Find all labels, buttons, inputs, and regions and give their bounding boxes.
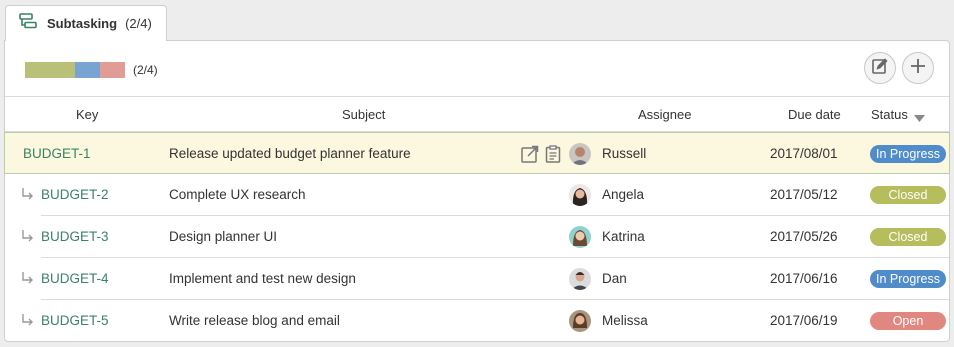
add-subtask-button[interactable] [902, 52, 934, 84]
issue-subject[interactable]: Complete UX research [169, 187, 306, 202]
issue-key-link[interactable]: BUDGET-1 [23, 146, 91, 161]
tab-title: Subtasking [47, 16, 118, 31]
subtask-arrow-icon [21, 271, 35, 288]
column-assignee[interactable]: Assignee [638, 107, 691, 122]
due-date: 2017/08/01 [770, 146, 838, 161]
clipboard-icon[interactable] [545, 145, 561, 166]
tab-subtasking[interactable]: Subtasking (2/4) [5, 5, 167, 41]
assignee-name: Katrina [602, 229, 645, 244]
table-row-parent[interactable]: BUDGET-1 Release updated budget planner … [4, 132, 950, 174]
plus-icon [909, 57, 927, 80]
status-badge[interactable]: In Progress [870, 270, 946, 288]
status-badge[interactable]: Closed [870, 228, 946, 246]
issue-subject[interactable]: Release updated budget planner feature [169, 146, 411, 161]
assignee-name: Dan [602, 271, 627, 286]
status-badge[interactable]: Open [870, 312, 946, 330]
edit-icon [870, 56, 890, 81]
column-status[interactable]: Status [871, 107, 908, 122]
table-row[interactable]: BUDGET-5 Write release blog and email Me… [5, 300, 949, 342]
table-header: Key Subject Assignee Due date Status [5, 96, 949, 132]
status-badge[interactable]: In Progress [870, 145, 946, 163]
subtask-panel: (2/4) Key Subject Assignee Due date Stat… [4, 40, 950, 342]
issue-key-link[interactable]: BUDGET-2 [41, 187, 109, 202]
tab-count: (2/4) [125, 16, 152, 31]
progress-bar [25, 62, 125, 78]
column-due-date[interactable]: Due date [788, 107, 841, 122]
progress-segment-open [100, 62, 125, 78]
subtask-arrow-icon [21, 187, 35, 204]
issue-key-link[interactable]: BUDGET-5 [41, 313, 109, 328]
open-external-icon[interactable] [521, 145, 539, 166]
due-date: 2017/05/26 [770, 229, 838, 244]
status-badge[interactable]: Closed [870, 186, 946, 204]
sort-desc-icon[interactable] [914, 111, 925, 126]
assignee-name: Russell [602, 146, 647, 161]
avatar [569, 226, 591, 248]
issue-subject[interactable]: Design planner UI [169, 229, 277, 244]
issue-key-link[interactable]: BUDGET-4 [41, 271, 109, 286]
issue-key-link[interactable]: BUDGET-3 [41, 229, 109, 244]
progress-segment-closed [25, 62, 75, 78]
issue-subject[interactable]: Implement and test new design [169, 271, 356, 286]
assignee-name: Angela [602, 187, 645, 202]
avatar [569, 268, 591, 290]
avatar [569, 184, 591, 206]
column-subject[interactable]: Subject [342, 107, 385, 122]
due-date: 2017/06/16 [770, 271, 838, 286]
due-date: 2017/06/19 [770, 313, 838, 328]
table-row[interactable]: BUDGET-2 Complete UX research Angela 201… [5, 174, 949, 216]
due-date: 2017/05/12 [770, 187, 838, 202]
subtask-icon [19, 13, 37, 34]
avatar [569, 310, 591, 332]
table-row[interactable]: BUDGET-4 Implement and test new design D… [5, 258, 949, 300]
issue-subject[interactable]: Write release blog and email [169, 313, 340, 328]
avatar [569, 143, 591, 165]
assignee-name: Melissa [602, 313, 648, 328]
edit-button[interactable] [864, 52, 896, 84]
progress-label: (2/4) [133, 63, 158, 77]
column-key[interactable]: Key [76, 107, 98, 122]
subtask-arrow-icon [21, 313, 35, 330]
progress-segment-in-progress [75, 62, 100, 78]
subtask-arrow-icon [21, 229, 35, 246]
table-row[interactable]: BUDGET-3 Design planner UI Katrina 2017/… [5, 216, 949, 258]
